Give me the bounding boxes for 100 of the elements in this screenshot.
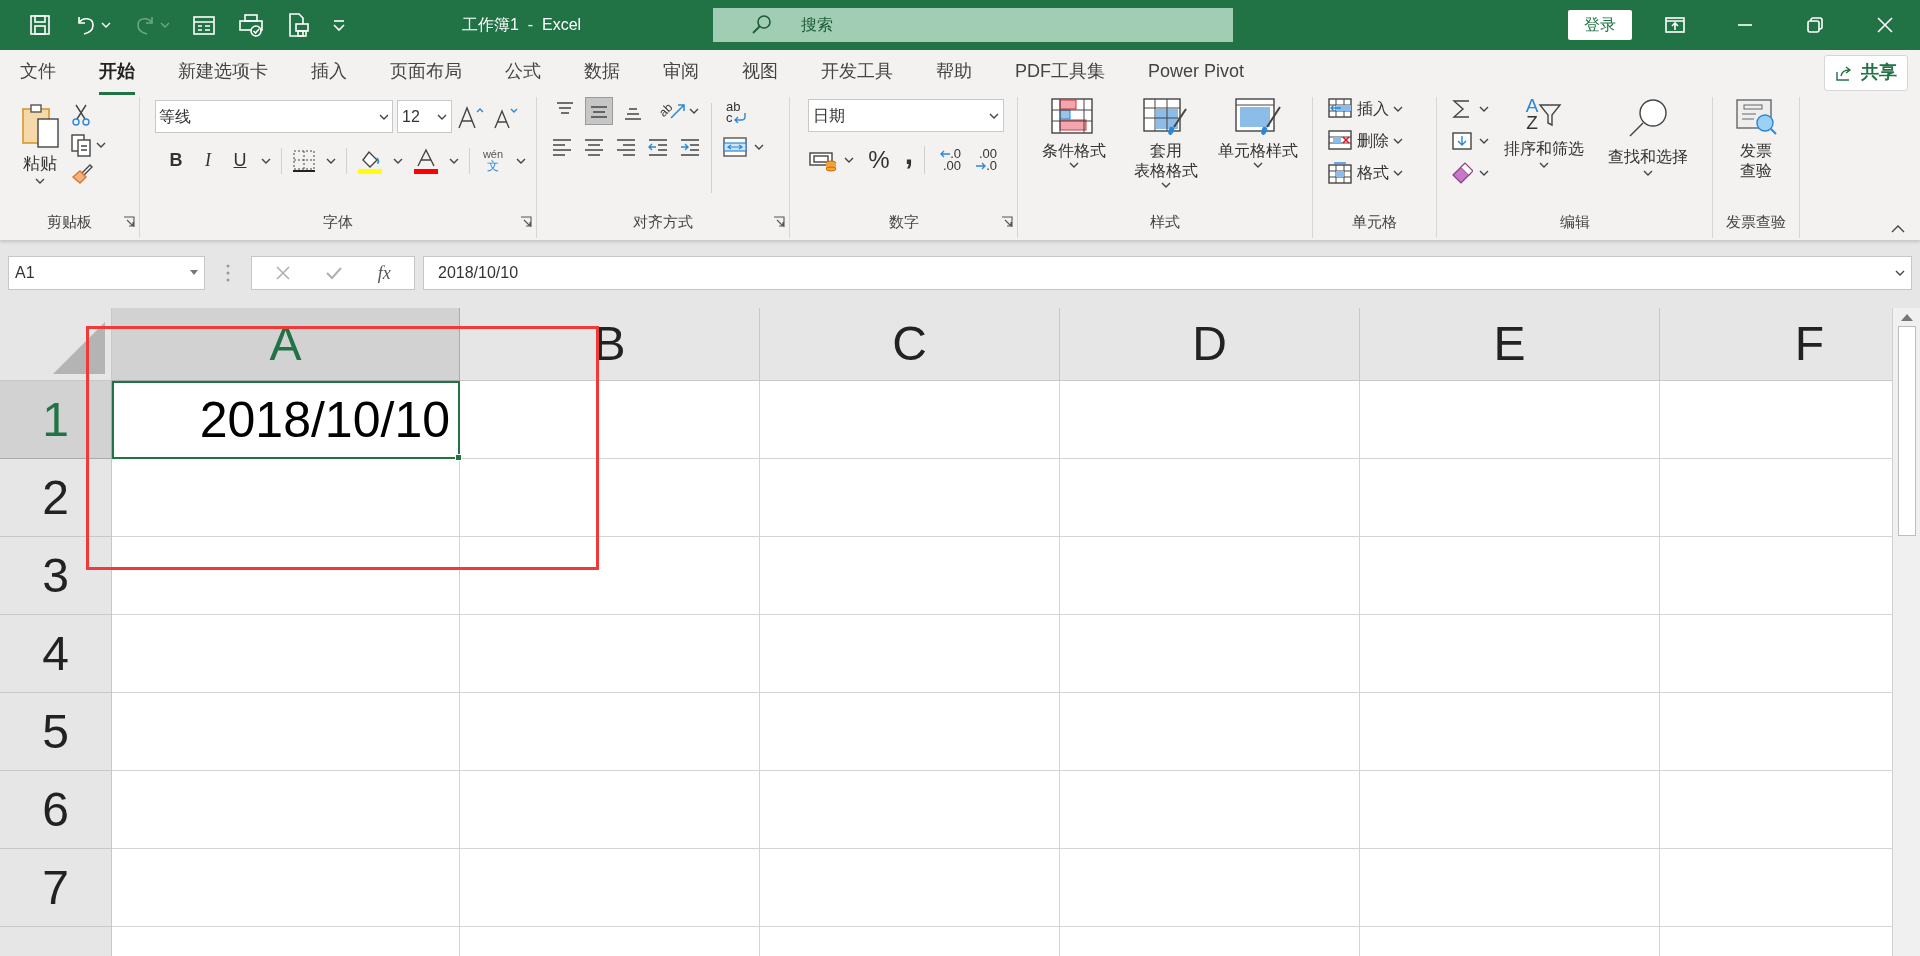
scrollbar-thumb[interactable]: [1897, 326, 1916, 536]
share-button[interactable]: 共享: [1824, 54, 1908, 91]
middle-align-icon[interactable]: [585, 97, 613, 125]
table-cell[interactable]: [760, 615, 1060, 693]
fill-down-icon[interactable]: [1451, 129, 1473, 153]
caret-icon[interactable]: [1895, 269, 1905, 277]
ribbon-tab[interactable]: PDF工具集: [1015, 50, 1105, 95]
row-header[interactable]: 5: [0, 693, 112, 771]
table-cell[interactable]: [1060, 693, 1360, 771]
caret-icon[interactable]: [261, 156, 271, 165]
caret-icon[interactable]: [1161, 181, 1171, 189]
table-cell[interactable]: [112, 459, 460, 537]
caret-icon[interactable]: [689, 107, 699, 115]
table-cell[interactable]: [1360, 693, 1660, 771]
table-cell[interactable]: [112, 537, 460, 615]
caret-icon[interactable]: [754, 143, 764, 151]
caret-icon[interactable]: [1479, 137, 1489, 145]
caret-icon[interactable]: [516, 156, 526, 165]
italic-button[interactable]: I: [197, 147, 219, 174]
invoice-check-button[interactable]: 发票 查验: [1734, 97, 1778, 181]
table-cell[interactable]: [1060, 381, 1360, 459]
sort-filter-button[interactable]: A Z 排序和筛选: [1495, 97, 1593, 185]
dialog-launcher-icon[interactable]: [1001, 216, 1013, 228]
dialog-launcher-icon[interactable]: [123, 216, 135, 228]
caret-icon[interactable]: [437, 112, 447, 121]
paintbrush-icon[interactable]: [70, 163, 94, 185]
table-cell[interactable]: [760, 537, 1060, 615]
column-header[interactable]: E: [1360, 308, 1660, 381]
ribbon-tab[interactable]: 数据: [584, 50, 620, 95]
table-cell[interactable]: [460, 537, 760, 615]
increase-decimal-button[interactable]: .0 .00: [931, 148, 961, 172]
underline-button[interactable]: U: [229, 147, 251, 174]
table-cell[interactable]: [1360, 615, 1660, 693]
borders-icon[interactable]: [292, 148, 316, 173]
ribbon-tab[interactable]: 视图: [742, 50, 778, 95]
caret-icon[interactable]: [35, 176, 45, 185]
document-printer-icon[interactable]: [286, 12, 310, 38]
table-cell[interactable]: [1060, 771, 1360, 849]
table-cell[interactable]: [760, 771, 1060, 849]
ribbon-display-icon[interactable]: [1664, 16, 1686, 34]
name-box[interactable]: A1: [8, 256, 205, 290]
wrap-text-button[interactable]: ab c: [722, 101, 752, 123]
merge-cells-icon[interactable]: [722, 135, 748, 159]
fill-handle[interactable]: [455, 454, 462, 461]
orientation-button[interactable]: ab: [659, 98, 687, 124]
column-header[interactable]: D: [1060, 308, 1360, 381]
caret-icon[interactable]: [989, 111, 999, 120]
table-cell[interactable]: [760, 693, 1060, 771]
row-header[interactable]: 6: [0, 771, 112, 849]
customize-menu-icon[interactable]: [332, 18, 346, 32]
decrease-decimal-button[interactable]: .00 .0: [967, 148, 997, 172]
number-format-dropdown[interactable]: 日期: [808, 99, 1004, 132]
table-cell[interactable]: [1060, 459, 1360, 537]
table-cell[interactable]: [760, 459, 1060, 537]
percent-style-button[interactable]: %: [864, 142, 894, 178]
comma-style-button[interactable]: ,: [900, 139, 918, 169]
table-cell[interactable]: [1060, 849, 1360, 927]
vertical-scrollbar[interactable]: [1892, 308, 1920, 956]
caret-icon[interactable]: [1479, 169, 1489, 177]
ribbon-tab[interactable]: Power Pivot: [1148, 50, 1245, 95]
caret-icon[interactable]: [1643, 169, 1653, 177]
table-cell[interactable]: [112, 693, 460, 771]
search-field[interactable]: 搜索: [713, 8, 1233, 42]
insert-function-button[interactable]: fx: [377, 259, 391, 287]
table-cell[interactable]: [1360, 537, 1660, 615]
table-cell[interactable]: [112, 615, 460, 693]
delete-cells-button[interactable]: 删除: [1327, 129, 1389, 153]
save-icon[interactable]: [28, 13, 52, 37]
column-header[interactable]: A: [112, 308, 460, 381]
ribbon-tab[interactable]: 审阅: [663, 50, 699, 95]
find-select-button[interactable]: 查找和选择: [1599, 97, 1697, 185]
ribbon-tab[interactable]: 新建选项卡: [178, 50, 268, 95]
insert-cells-button[interactable]: 插入: [1327, 97, 1389, 121]
caret-icon[interactable]: [1393, 137, 1403, 145]
caret-icon[interactable]: [449, 156, 459, 165]
close-icon[interactable]: [1876, 16, 1894, 34]
row-header[interactable]: 4: [0, 615, 112, 693]
caret-icon[interactable]: [1479, 105, 1489, 113]
caret-icon[interactable]: [1393, 169, 1403, 177]
table-cell[interactable]: [460, 381, 760, 459]
table-cell[interactable]: [1060, 537, 1360, 615]
table-cell[interactable]: [112, 849, 460, 927]
ribbon-tab[interactable]: 开发工具: [821, 50, 893, 95]
conditional-formatting-button[interactable]: 条件格式: [1028, 97, 1120, 189]
caret-icon[interactable]: [393, 156, 403, 165]
table-cell[interactable]: [112, 771, 460, 849]
font-name-dropdown[interactable]: 等线: [155, 100, 393, 133]
phonetic-guide-button[interactable]: wén 文: [480, 149, 506, 172]
caret-icon[interactable]: [190, 270, 198, 276]
table-cell[interactable]: 2018/10/10: [112, 381, 460, 459]
table-cell[interactable]: [460, 849, 760, 927]
column-header[interactable]: C: [760, 308, 1060, 381]
bold-button[interactable]: B: [165, 147, 187, 174]
table-cell[interactable]: [760, 849, 1060, 927]
form-icon[interactable]: [192, 13, 216, 37]
table-cell[interactable]: [1060, 615, 1360, 693]
copy-icon[interactable]: [70, 133, 92, 157]
font-color-icon[interactable]: [413, 147, 439, 174]
ribbon-tab[interactable]: 插入: [311, 50, 347, 95]
format-cells-button[interactable]: 格式: [1327, 161, 1389, 185]
